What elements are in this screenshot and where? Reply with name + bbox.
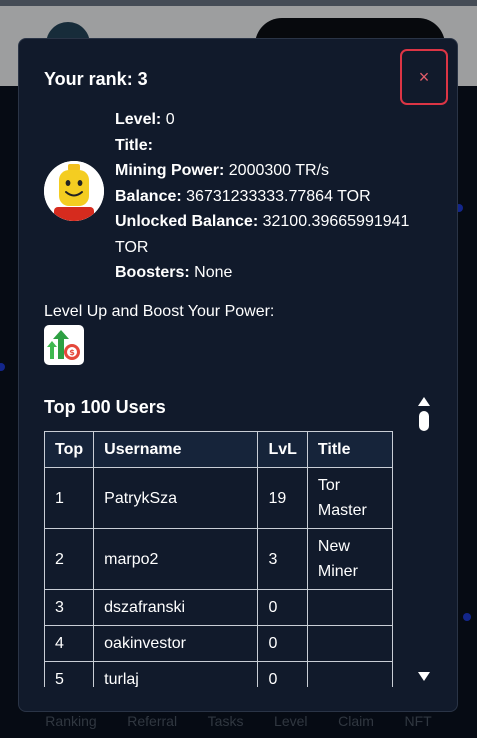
table-row: 3 dszafranski 0 <box>44 589 394 626</box>
column-header-username: Username <box>93 431 259 468</box>
stat-balance: Balance: 36731233333.77864 TOR <box>115 187 371 205</box>
cell-username: oakinvestor <box>93 625 259 662</box>
cell-lvl: 0 <box>257 661 308 687</box>
cell-lvl: 3 <box>257 528 308 590</box>
cell-username: turlaj <box>93 661 259 687</box>
level-up-boost-icon[interactable]: $ <box>44 325 84 365</box>
table-row: 2 marpo2 3 New Miner <box>44 528 394 590</box>
cell-username: dszafranski <box>93 589 259 626</box>
column-header-top: Top <box>44 431 95 468</box>
column-header-title: Title <box>306 431 394 468</box>
lego-avatar-icon <box>44 161 104 221</box>
cell-lvl: 0 <box>257 625 308 662</box>
cell-lvl: 19 <box>257 467 308 529</box>
cell-title <box>306 625 394 662</box>
stat-boosters: Boosters: None <box>115 264 233 281</box>
stat-title: Title: <box>115 136 153 154</box>
cell-title: Tor Master <box>306 467 394 529</box>
scroll-down-icon[interactable] <box>416 669 432 683</box>
cell-top: 2 <box>44 528 95 590</box>
leaderboard-table: Top Username LvL Title 1 PatrykSza 19 To… <box>44 431 394 687</box>
stat-unlocked-balance: Unlocked Balance: 32100.39665991941 TOR <box>115 213 410 256</box>
player-stats: Level: 0 Title: Mining Power: 2000300 TR… <box>115 107 435 286</box>
svg-text:$: $ <box>69 348 75 357</box>
avatar <box>44 161 104 221</box>
cell-username: PatrykSza <box>93 467 259 529</box>
cell-top: 4 <box>44 625 95 662</box>
stat-mining-power: Mining Power: 2000300 TR/s <box>115 162 329 179</box>
leaderboard-table-scroll[interactable]: Top Username LvL Title 1 PatrykSza 19 To… <box>44 431 394 687</box>
scroll-up-icon[interactable] <box>416 395 432 437</box>
close-button[interactable]: × <box>400 49 448 105</box>
cell-username: marpo2 <box>93 528 259 590</box>
rank-modal: Your rank: 3 × Level: 0 Title: Mining Po… <box>18 38 458 712</box>
stat-level: Level: 0 <box>115 111 175 128</box>
cell-top: 1 <box>44 467 95 529</box>
table-row: 1 PatrykSza 19 Tor Master <box>44 467 394 529</box>
cell-title: New Miner <box>306 528 394 590</box>
cell-top: 3 <box>44 589 95 626</box>
close-icon: × <box>418 66 430 87</box>
cell-lvl: 0 <box>257 589 308 626</box>
modal-title: Your rank: 3 <box>44 69 148 89</box>
cell-title <box>306 661 394 687</box>
table-row: 4 oakinvestor 0 <box>44 625 394 662</box>
table-row: 5 turlaj 0 <box>44 661 394 687</box>
cell-title <box>306 589 394 626</box>
cell-top: 5 <box>44 661 95 687</box>
leaderboard-title: Top 100 Users <box>44 397 166 417</box>
boost-label: Level Up and Boost Your Power: <box>44 303 275 320</box>
column-header-lvl: LvL <box>257 431 308 468</box>
